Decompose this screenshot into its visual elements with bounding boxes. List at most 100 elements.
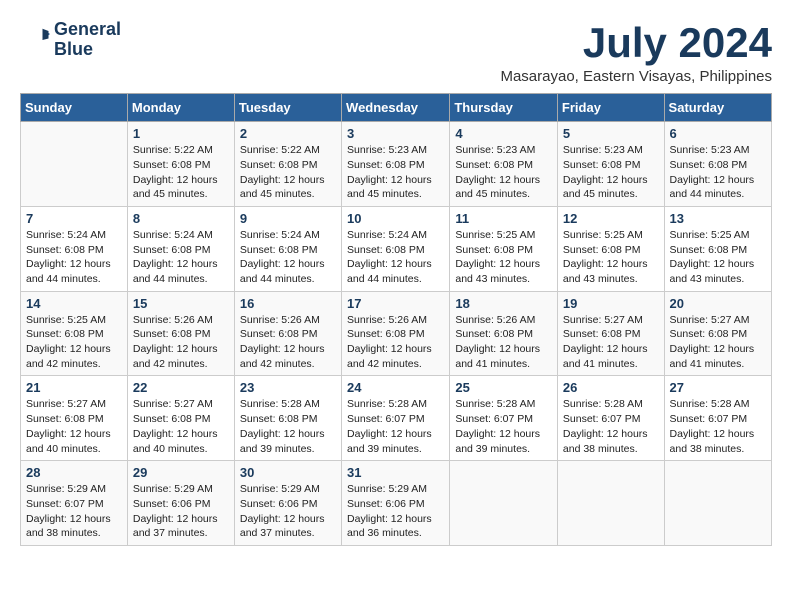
day-cell: 8 Sunrise: 5:24 AM Sunset: 6:08 PM Daylig… (127, 206, 234, 291)
location: Masarayao, Eastern Visayas, Philippines (500, 68, 772, 85)
month-title: July 2024 (500, 20, 772, 66)
day-cell: 5 Sunrise: 5:23 AM Sunset: 6:08 PM Daylig… (557, 122, 664, 207)
day-cell: 2 Sunrise: 5:22 AM Sunset: 6:08 PM Daylig… (234, 122, 341, 207)
day-info: Sunrise: 5:28 AM Sunset: 6:07 PM Dayligh… (455, 397, 552, 456)
day-cell: 23 Sunrise: 5:28 AM Sunset: 6:08 PM Dayli… (234, 376, 341, 461)
day-cell: 29 Sunrise: 5:29 AM Sunset: 6:06 PM Dayli… (127, 461, 234, 546)
day-cell: 22Sunrise: 5:27 AM Sunset: 6:08 PM Dayli… (127, 376, 234, 461)
day-info: Sunrise: 5:26 AM Sunset: 6:08 PM Dayligh… (455, 313, 552, 372)
day-info: Sunrise: 5:23 AM Sunset: 6:08 PM Dayligh… (563, 143, 659, 202)
day-info: Sunrise: 5:27 AM Sunset: 6:08 PM Dayligh… (670, 313, 766, 372)
day-number: 7 (26, 211, 122, 226)
day-cell: 15 Sunrise: 5:26 AM Sunset: 6:08 PM Dayli… (127, 291, 234, 376)
day-info: Sunrise: 5:23 AM Sunset: 6:08 PM Dayligh… (455, 143, 552, 202)
header-wednesday: Wednesday (342, 94, 450, 122)
header-friday: Friday (557, 94, 664, 122)
day-info: Sunrise: 5:25 AM Sunset: 6:08 PM Dayligh… (563, 228, 659, 287)
day-info: Sunrise: 5:25 AM Sunset: 6:08 PM Dayligh… (455, 228, 552, 287)
day-info: Sunrise: 5:24 AM Sunset: 6:08 PM Dayligh… (347, 228, 444, 287)
day-number: 23 (240, 380, 336, 395)
day-info: Sunrise: 5:24 AM Sunset: 6:08 PM Dayligh… (240, 228, 336, 287)
header-tuesday: Tuesday (234, 94, 341, 122)
day-info: Sunrise: 5:25 AM Sunset: 6:08 PM Dayligh… (670, 228, 766, 287)
day-cell: 20 Sunrise: 5:27 AM Sunset: 6:08 PM Dayli… (664, 291, 771, 376)
day-number: 21 (26, 380, 122, 395)
day-info: Sunrise: 5:29 AM Sunset: 6:06 PM Dayligh… (133, 482, 229, 541)
day-cell: 18 Sunrise: 5:26 AM Sunset: 6:08 PM Dayli… (450, 291, 558, 376)
day-cell: 17 Sunrise: 5:26 AM Sunset: 6:08 PM Dayli… (342, 291, 450, 376)
day-info: Sunrise: 5:26 AM Sunset: 6:08 PM Dayligh… (240, 313, 336, 372)
day-info: Sunrise: 5:23 AM Sunset: 6:08 PM Dayligh… (670, 143, 766, 202)
day-number: 5 (563, 126, 659, 141)
day-cell: 19 Sunrise: 5:27 AM Sunset: 6:08 PM Dayli… (557, 291, 664, 376)
header-saturday: Saturday (664, 94, 771, 122)
day-number: 11 (455, 211, 552, 226)
day-number: 18 (455, 296, 552, 311)
day-number: 20 (670, 296, 766, 311)
day-cell: 30Sunrise: 5:29 AM Sunset: 6:06 PM Dayli… (234, 461, 341, 546)
day-cell: 10 Sunrise: 5:24 AM Sunset: 6:08 PM Dayli… (342, 206, 450, 291)
day-number: 14 (26, 296, 122, 311)
day-cell: 14 Sunrise: 5:25 AM Sunset: 6:08 PM Dayli… (21, 291, 128, 376)
week-row-1: 1Sunrise: 5:22 AM Sunset: 6:08 PM Daylig… (21, 122, 772, 207)
day-info: Sunrise: 5:27 AM Sunset: 6:08 PM Dayligh… (563, 313, 659, 372)
day-number: 2 (240, 126, 336, 141)
day-number: 6 (670, 126, 766, 141)
day-cell: 12 Sunrise: 5:25 AM Sunset: 6:08 PM Dayli… (557, 206, 664, 291)
day-cell: 1Sunrise: 5:22 AM Sunset: 6:08 PM Daylig… (127, 122, 234, 207)
day-info: Sunrise: 5:26 AM Sunset: 6:08 PM Dayligh… (133, 313, 229, 372)
day-info: Sunrise: 5:28 AM Sunset: 6:07 PM Dayligh… (670, 397, 766, 456)
day-info: Sunrise: 5:29 AM Sunset: 6:07 PM Dayligh… (26, 482, 122, 541)
header-thursday: Thursday (450, 94, 558, 122)
day-info: Sunrise: 5:27 AM Sunset: 6:08 PM Dayligh… (133, 397, 229, 456)
week-row-5: 28 Sunrise: 5:29 AM Sunset: 6:07 PM Dayli… (21, 461, 772, 546)
logo-icon (20, 25, 50, 55)
header-row: SundayMondayTuesdayWednesdayThursdayFrid… (21, 94, 772, 122)
week-row-3: 14 Sunrise: 5:25 AM Sunset: 6:08 PM Dayli… (21, 291, 772, 376)
day-info: Sunrise: 5:24 AM Sunset: 6:08 PM Dayligh… (133, 228, 229, 287)
day-number: 15 (133, 296, 229, 311)
day-number: 3 (347, 126, 444, 141)
day-cell (450, 461, 558, 546)
calendar-table: SundayMondayTuesdayWednesdayThursdayFrid… (20, 93, 772, 546)
header-sunday: Sunday (21, 94, 128, 122)
day-number: 8 (133, 211, 229, 226)
day-number: 9 (240, 211, 336, 226)
week-row-4: 21 Sunrise: 5:27 AM Sunset: 6:08 PM Dayli… (21, 376, 772, 461)
day-info: Sunrise: 5:22 AM Sunset: 6:08 PM Dayligh… (133, 143, 229, 202)
day-number: 16 (240, 296, 336, 311)
day-info: Sunrise: 5:27 AM Sunset: 6:08 PM Dayligh… (26, 397, 122, 456)
title-block: July 2024 Masarayao, Eastern Visayas, Ph… (500, 20, 772, 85)
day-cell: 24 Sunrise: 5:28 AM Sunset: 6:07 PM Dayli… (342, 376, 450, 461)
day-cell: 16 Sunrise: 5:26 AM Sunset: 6:08 PM Dayli… (234, 291, 341, 376)
day-cell: 9 Sunrise: 5:24 AM Sunset: 6:08 PM Daylig… (234, 206, 341, 291)
day-cell (557, 461, 664, 546)
day-number: 26 (563, 380, 659, 395)
day-number: 19 (563, 296, 659, 311)
day-cell: 25 Sunrise: 5:28 AM Sunset: 6:07 PM Dayli… (450, 376, 558, 461)
day-info: Sunrise: 5:23 AM Sunset: 6:08 PM Dayligh… (347, 143, 444, 202)
page-header: General Blue July 2024 Masarayao, Easter… (20, 20, 772, 85)
day-info: Sunrise: 5:28 AM Sunset: 6:07 PM Dayligh… (347, 397, 444, 456)
day-number: 25 (455, 380, 552, 395)
day-number: 10 (347, 211, 444, 226)
day-cell: 13Sunrise: 5:25 AM Sunset: 6:08 PM Dayli… (664, 206, 771, 291)
day-info: Sunrise: 5:22 AM Sunset: 6:08 PM Dayligh… (240, 143, 336, 202)
day-cell: 31Sunrise: 5:29 AM Sunset: 6:06 PM Dayli… (342, 461, 450, 546)
day-number: 17 (347, 296, 444, 311)
day-cell: 7Sunrise: 5:24 AM Sunset: 6:08 PM Daylig… (21, 206, 128, 291)
day-info: Sunrise: 5:25 AM Sunset: 6:08 PM Dayligh… (26, 313, 122, 372)
day-number: 28 (26, 465, 122, 480)
day-info: Sunrise: 5:28 AM Sunset: 6:08 PM Dayligh… (240, 397, 336, 456)
day-info: Sunrise: 5:28 AM Sunset: 6:07 PM Dayligh… (563, 397, 659, 456)
week-row-2: 7 Sunrise: 5:24 AM Sunset: 6:08 PM Daylig… (21, 206, 772, 291)
day-number: 29 (133, 465, 229, 480)
day-number: 30 (240, 465, 336, 480)
day-cell: 3 Sunrise: 5:23 AM Sunset: 6:08 PM Daylig… (342, 122, 450, 207)
day-number: 24 (347, 380, 444, 395)
day-cell (664, 461, 771, 546)
day-cell: 6 Sunrise: 5:23 AM Sunset: 6:08 PM Daylig… (664, 122, 771, 207)
logo: General Blue (20, 20, 121, 60)
day-info: Sunrise: 5:26 AM Sunset: 6:08 PM Dayligh… (347, 313, 444, 372)
day-number: 12 (563, 211, 659, 226)
